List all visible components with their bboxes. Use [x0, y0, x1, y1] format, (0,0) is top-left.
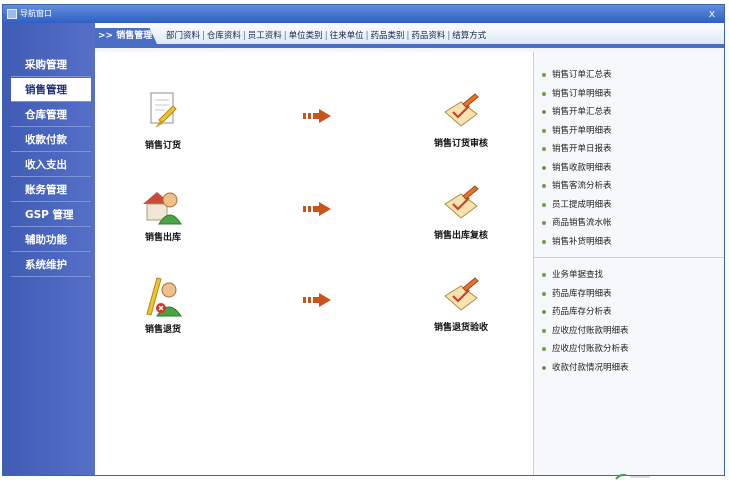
report-link[interactable]: 收款付款情况明细表	[534, 359, 724, 378]
report-link[interactable]: 销售订单汇总表	[534, 66, 724, 85]
bullet-icon	[542, 110, 546, 114]
report-link[interactable]: 销售开单汇总表	[534, 103, 724, 122]
user-return-icon	[146, 277, 182, 317]
report-link[interactable]: 应收应付账款明细表	[534, 322, 724, 341]
sidebar-item-utilities[interactable]: 辅助功能	[11, 228, 91, 252]
bullet-icon	[542, 365, 546, 370]
sales-order-review-node[interactable]: 销售订货审核	[421, 92, 501, 149]
tab-sales-management[interactable]: >> 销售管理	[95, 28, 157, 44]
sales-outbound-check-node[interactable]: 销售出库复核	[421, 184, 501, 241]
sidebar: 采购管理 销售管理 仓库管理 收款付款 收入支出 账务管理 GSP 管理 辅助功…	[3, 23, 95, 475]
report-link[interactable]: 销售开单日报表	[534, 140, 724, 159]
checklist-pencil-icon	[444, 277, 479, 311]
link-department[interactable]: 部门资料	[166, 31, 200, 41]
sidebar-item-accounts[interactable]: 账务管理	[11, 178, 91, 202]
report-link[interactable]: 商品销售流水帐	[534, 214, 724, 233]
link-partner[interactable]: 往来单位	[330, 31, 364, 41]
arrow-right-icon	[303, 293, 331, 307]
title-bar: 导航窗口 x	[3, 5, 724, 23]
bullet-icon	[542, 73, 546, 77]
bullet-icon	[542, 184, 546, 188]
quick-links: 部门资料 | 仓库资料 | 员工资料 | 单位类别 | 往来单位 | 药品类别 | 药品资料 | 结算方式	[166, 31, 487, 41]
bullet-icon	[542, 128, 546, 133]
bullet-icon	[542, 310, 546, 314]
report-link[interactable]: 销售客流分析表	[534, 177, 724, 196]
sidebar-item-income-expense[interactable]: 收入支出	[11, 153, 91, 177]
report-link[interactable]: 药品库存分析表	[534, 303, 724, 322]
checklist-pencil-icon	[444, 185, 479, 219]
close-button[interactable]: x	[704, 5, 720, 23]
arrow-right-icon	[303, 202, 331, 216]
sales-order-label: 销售订货	[144, 141, 181, 151]
sidebar-item-purchase[interactable]: 采购管理	[11, 53, 91, 77]
sidebar-item-system[interactable]: 系统维护	[11, 253, 91, 277]
sales-order-node[interactable]: 销售订货	[123, 90, 203, 151]
sales-return-node[interactable]: 销售退货	[123, 274, 203, 335]
document-edit-icon	[150, 92, 177, 128]
link-warehouse[interactable]: 仓库资料	[207, 31, 241, 41]
sales-return-label: 销售退货	[144, 325, 181, 335]
report-link[interactable]: 应收应付账款分析表	[534, 340, 724, 359]
bullet-icon	[542, 221, 546, 225]
link-settlement[interactable]: 结算方式	[452, 31, 486, 41]
sales-return-inspection-label: 销售退货验收	[433, 323, 488, 333]
sales-outbound-node[interactable]: 销售出库	[123, 182, 203, 243]
sidebar-item-gsp[interactable]: GSP 管理	[11, 203, 91, 227]
report-link[interactable]: 销售订单明细表	[534, 85, 724, 104]
report-link[interactable]: 员工提成明细表	[534, 196, 724, 215]
link-employee[interactable]: 员工资料	[248, 31, 282, 41]
window-title: 导航窗口	[20, 9, 52, 18]
sidebar-item-sales[interactable]: 销售管理	[11, 78, 91, 102]
report-link[interactable]: 销售补货明细表	[534, 233, 724, 252]
sidebar-item-warehouse[interactable]: 仓库管理	[11, 103, 91, 127]
checklist-pencil-icon	[444, 93, 479, 127]
bullet-icon	[542, 202, 546, 207]
report-link[interactable]: 药品库存明细表	[534, 285, 724, 304]
link-unit-category[interactable]: 单位类别	[289, 31, 323, 41]
report-link[interactable]: 销售收款明细表	[534, 159, 724, 178]
bullet-icon	[542, 165, 546, 170]
bullet-icon	[542, 347, 546, 351]
sales-outbound-label: 销售出库	[144, 233, 181, 243]
bullet-icon	[542, 91, 546, 96]
flow-area: 销售订货 销售订货审核 销售出库 销售出库复核 销售退货 销售退货验收	[95, 52, 533, 475]
bullet-icon	[542, 273, 546, 277]
report-link[interactable]: 业务单据查找	[534, 266, 724, 285]
link-drug-category[interactable]: 药品类别	[370, 31, 404, 41]
app-icon	[7, 9, 17, 19]
reports-panel: 销售订单汇总表 销售订单明细表 销售开单汇总表 销售开单明细表 销售开单日报表 …	[533, 52, 724, 475]
report-link[interactable]: 销售开单明细表	[534, 122, 724, 141]
query-reports-group: 业务单据查找 药品库存明细表 药品库存分析表 应收应付账款明细表 应收应付账款分…	[534, 257, 724, 383]
link-drug-info[interactable]: 药品资料	[411, 31, 445, 41]
bullet-icon	[542, 328, 546, 333]
navigation-window: 导航窗口 x 采购管理 销售管理 仓库管理 收款付款 收入支出 账务管理 GSP…	[2, 4, 725, 476]
bullet-icon	[542, 291, 546, 296]
bullet-icon	[542, 239, 546, 244]
sidebar-item-receipts-payments[interactable]: 收款付款	[11, 128, 91, 152]
house-user-icon	[143, 192, 182, 225]
sales-return-inspection-node[interactable]: 销售退货验收	[421, 276, 501, 333]
top-navigation-bar: >> 销售管理 部门资料 | 仓库资料 | 员工资料 | 单位类别 | 往来单位 | 药品类别 | 药品…	[95, 23, 724, 48]
sales-outbound-check-label: 销售出库复核	[433, 231, 488, 241]
sales-order-review-label: 销售订货审核	[433, 139, 488, 149]
sales-reports-group: 销售订单汇总表 销售订单明细表 销售开单汇总表 销售开单明细表 销售开单日报表 …	[534, 52, 724, 257]
bullet-icon	[542, 147, 546, 151]
arrow-right-icon	[303, 109, 331, 123]
corner-logo-icon	[615, 473, 650, 480]
